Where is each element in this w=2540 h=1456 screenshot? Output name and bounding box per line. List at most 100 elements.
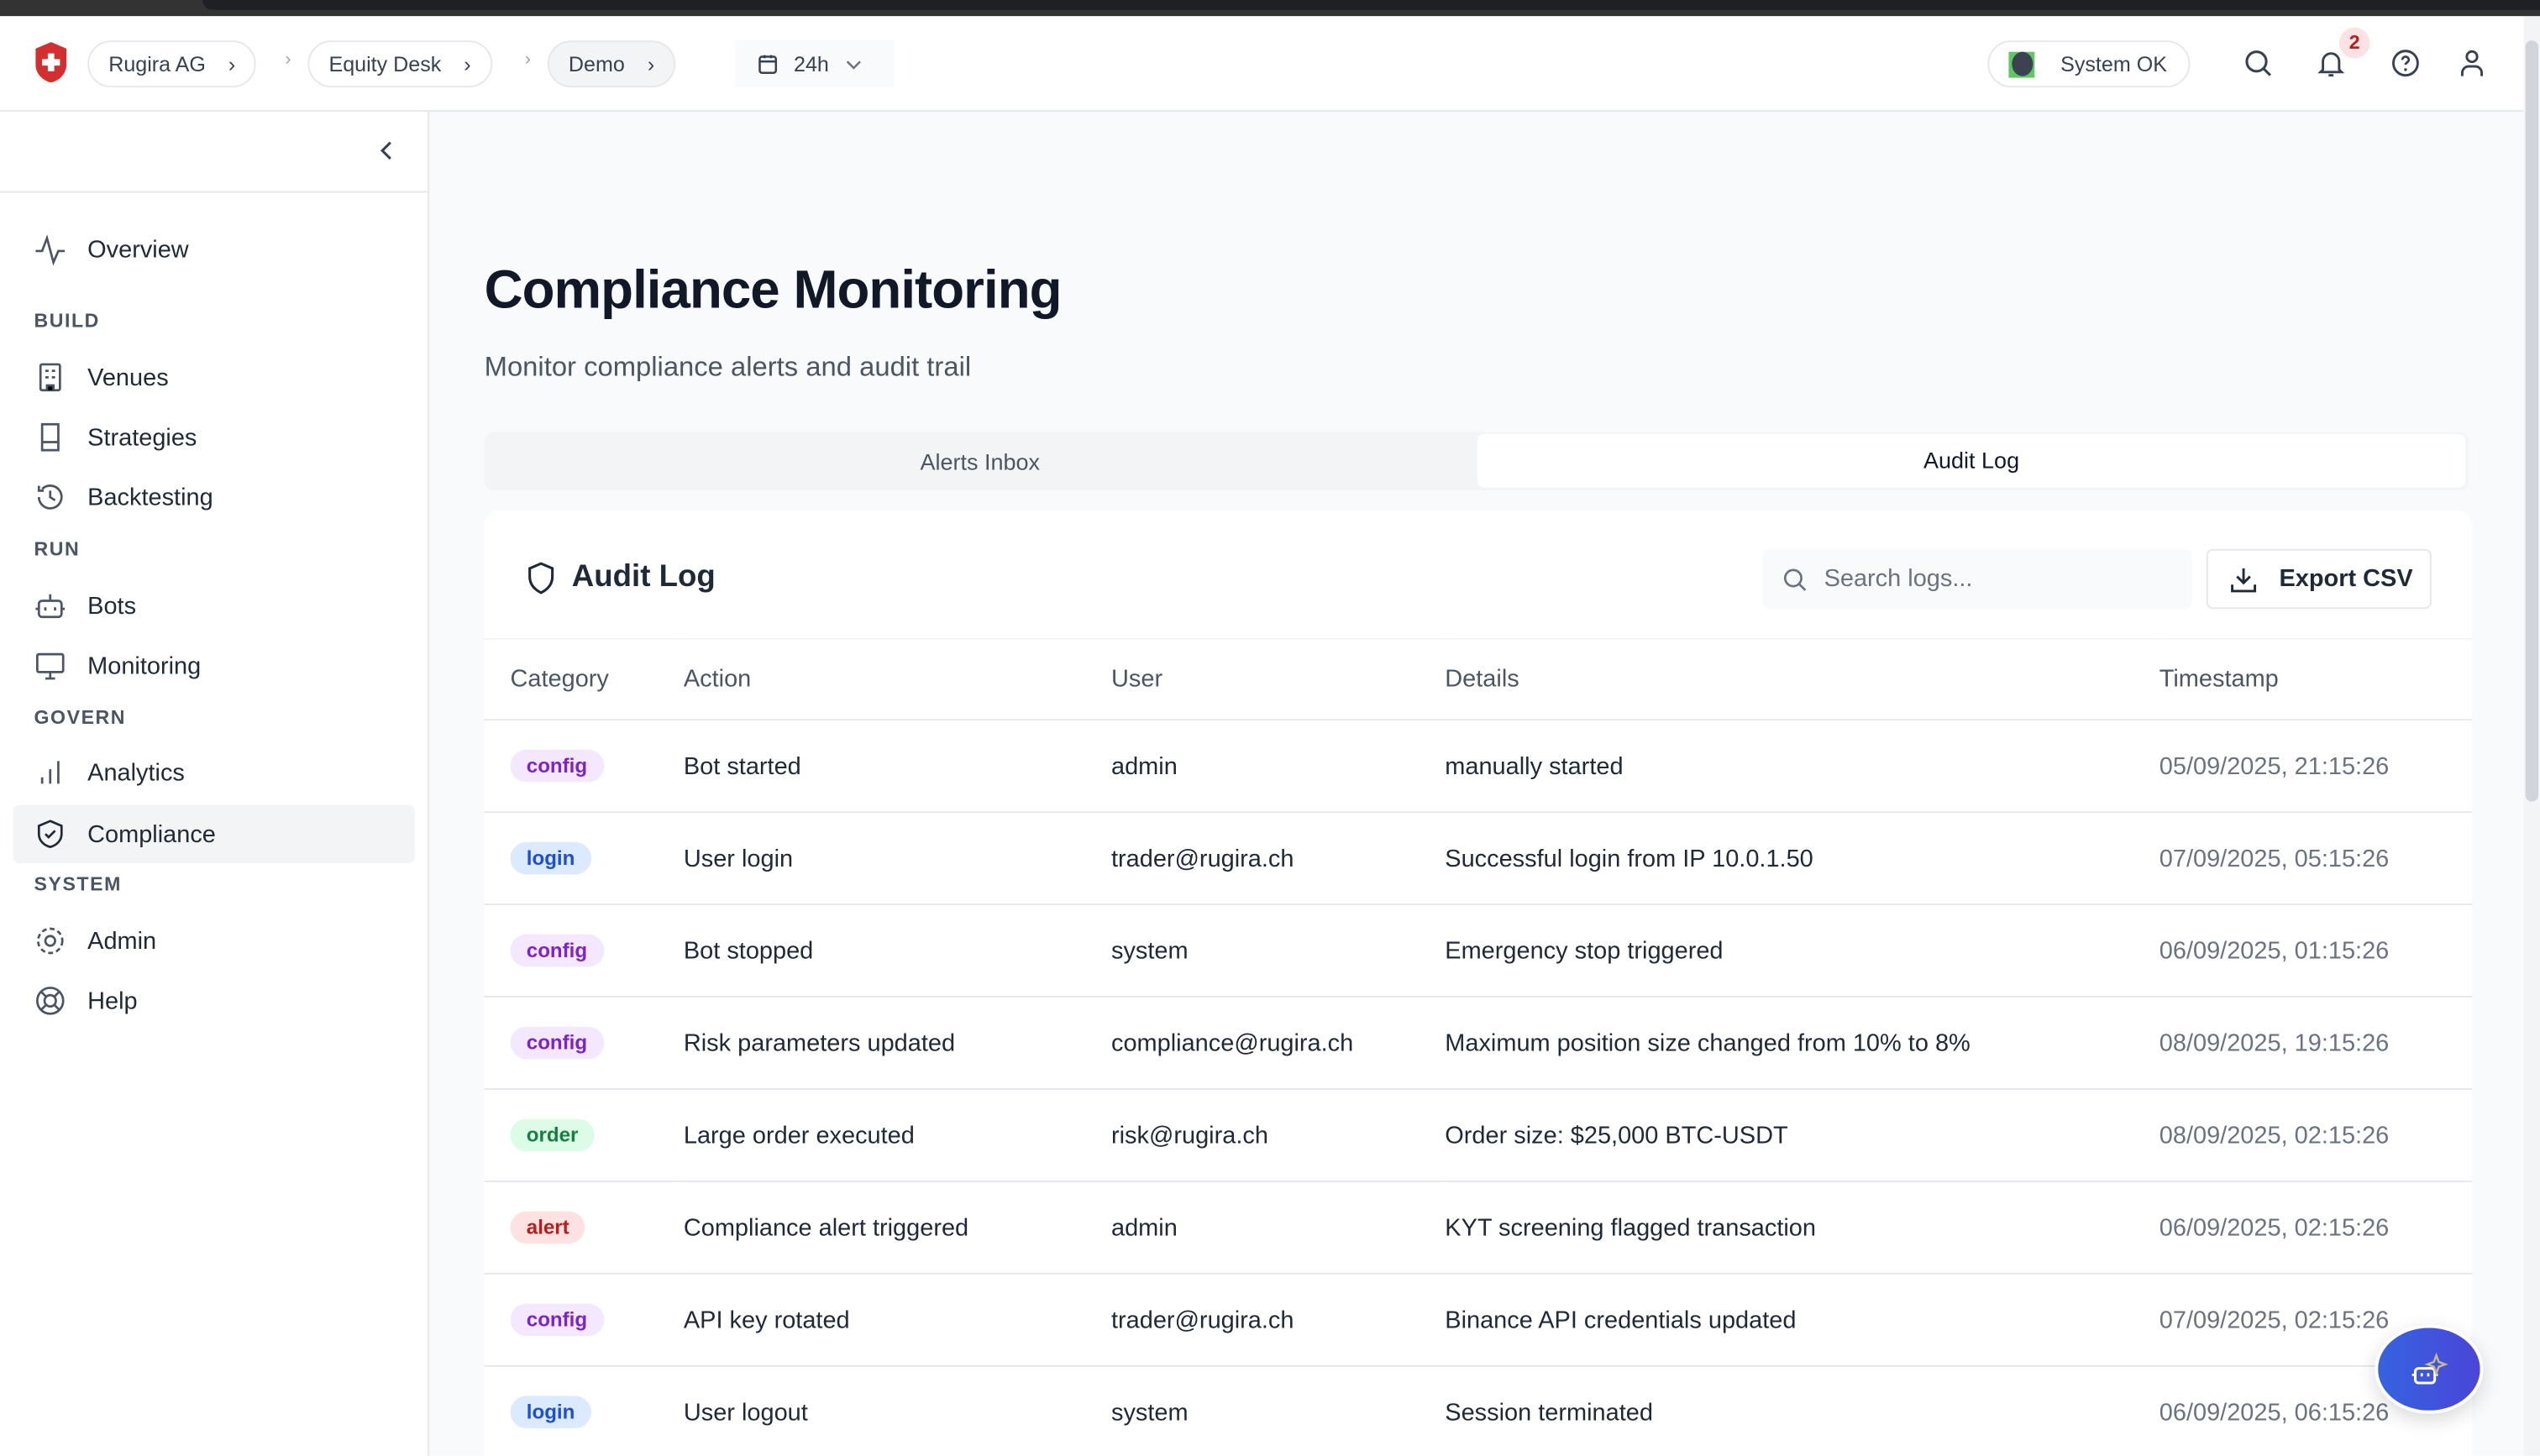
- sidebar-item-label: Analytics: [87, 758, 185, 787]
- cell-category: order: [484, 1088, 684, 1182]
- table-row[interactable]: config Risk parameters updated complianc…: [484, 997, 2472, 1090]
- sidebar-item-admin[interactable]: Admin: [13, 912, 414, 970]
- tab-alerts-inbox[interactable]: Alerts Inbox: [485, 432, 1476, 490]
- cell-timestamp: 08/09/2025, 02:15:26: [2159, 1088, 2472, 1182]
- category-badge: config: [510, 1303, 604, 1337]
- top-header: Rugira AG › › Equity Desk › › Demo › 24h Sy…: [0, 16, 2524, 113]
- cell-details: Session terminated: [1445, 1365, 2160, 1456]
- column-action[interactable]: Action: [683, 637, 1111, 721]
- cell-details: Emergency stop triggered: [1445, 904, 2160, 998]
- system-status-label: System OK: [2060, 51, 2167, 76]
- system-status[interactable]: System OK: [1987, 40, 2191, 88]
- cell-action: User logout: [683, 1365, 1111, 1456]
- collapse-sidebar-icon[interactable]: [374, 138, 400, 164]
- history-icon: [37, 484, 63, 510]
- table-row[interactable]: alert Compliance alert triggered admin K…: [484, 1181, 2472, 1275]
- breadcrumb-org[interactable]: Rugira AG ›: [87, 40, 257, 88]
- cell-user: trader@rugira.ch: [1110, 812, 1446, 906]
- cell-details: Order size: $25,000 BTC-USDT: [1445, 1088, 2160, 1182]
- sidebar-item-compliance[interactable]: Compliance: [13, 804, 415, 863]
- tabs: Alerts Inbox Audit Log: [484, 432, 2469, 491]
- ai-assistant-button[interactable]: [2375, 1324, 2484, 1414]
- section-run: RUN: [34, 537, 81, 561]
- export-label: Export CSV: [2279, 565, 2413, 593]
- cell-user: trader@rugira.ch: [1110, 1273, 1446, 1367]
- cell-details: Successful login from IP 10.0.1.50: [1445, 812, 2160, 906]
- sidebar-divider: [0, 191, 428, 193]
- help-icon[interactable]: [2391, 49, 2421, 78]
- sidebar-item-label: Monitoring: [87, 652, 202, 680]
- category-badge: login: [510, 1396, 591, 1428]
- category-badge: config: [510, 934, 604, 967]
- cell-timestamp: 06/09/2025, 02:15:26: [2159, 1181, 2472, 1275]
- category-badge: order: [510, 1118, 595, 1152]
- cell-user: admin: [1110, 1181, 1446, 1275]
- cell-user: system: [1110, 904, 1446, 998]
- download-icon: [2231, 567, 2257, 592]
- chevron-right-icon: ›: [647, 51, 655, 76]
- breadcrumb-env[interactable]: Demo ›: [547, 40, 676, 88]
- column-user[interactable]: User: [1110, 637, 1446, 721]
- cell-user: compliance@rugira.ch: [1110, 997, 1446, 1090]
- cell-category: login: [484, 1365, 684, 1456]
- cell-user: admin: [1110, 720, 1446, 814]
- brand-logo-icon[interactable]: [34, 42, 67, 83]
- sidebar-item-label: Admin: [87, 927, 157, 955]
- cell-details: manually started: [1445, 720, 2160, 814]
- bell-icon[interactable]: [2317, 49, 2346, 78]
- chevron-right-icon: ›: [228, 51, 236, 76]
- cell-user: risk@rugira.ch: [1110, 1088, 1446, 1182]
- column-timestamp[interactable]: Timestamp: [2159, 637, 2472, 721]
- strategy-icon: [40, 422, 60, 452]
- sidebar-item-strategies[interactable]: Strategies: [13, 408, 414, 466]
- table-row[interactable]: config Bot started admin manually starte…: [484, 720, 2472, 814]
- cell-category: login: [484, 812, 684, 906]
- sidebar-item-help[interactable]: Help: [13, 972, 414, 1029]
- cell-timestamp: 05/09/2025, 21:15:26: [2159, 720, 2472, 814]
- cell-action: Risk parameters updated: [683, 997, 1111, 1090]
- cell-action: Large order executed: [683, 1088, 1111, 1182]
- sidebar-item-label: Strategies: [87, 423, 197, 452]
- table-row[interactable]: order Large order executed risk@rugira.c…: [484, 1088, 2472, 1182]
- user-icon[interactable]: [2458, 49, 2487, 78]
- lifebuoy-icon: [36, 987, 65, 1015]
- table-row[interactable]: config API key rotated trader@rugira.ch …: [484, 1273, 2472, 1367]
- search-icon[interactable]: [2243, 49, 2273, 78]
- time-range-select[interactable]: 24h: [735, 40, 895, 88]
- cell-details: Maximum position size changed from 10% t…: [1445, 997, 2160, 1090]
- cell-action: API key rotated: [683, 1273, 1111, 1367]
- column-details[interactable]: Details: [1445, 637, 2160, 721]
- sidebar-item-monitoring[interactable]: Monitoring: [13, 636, 414, 694]
- sidebar-item-label: Bots: [87, 591, 137, 620]
- sidebar-item-bots[interactable]: Bots: [13, 577, 414, 635]
- table-row[interactable]: config Bot stopped system Emergency stop…: [484, 904, 2472, 998]
- breadcrumb-desk[interactable]: Equity Desk ›: [307, 40, 492, 88]
- table-row[interactable]: login User login trader@rugira.ch Succes…: [484, 812, 2472, 906]
- sidebar-item-overview[interactable]: Overview: [13, 220, 414, 278]
- time-range-value: 24h: [793, 51, 829, 76]
- sidebar-item-analytics[interactable]: Analytics: [13, 743, 414, 801]
- table-row[interactable]: login User logout system Session termina…: [484, 1365, 2472, 1456]
- audit-log-card: Audit Log Export CSV Category Action Use…: [484, 510, 2472, 1456]
- section-system: SYSTEM: [34, 872, 122, 896]
- sidebar-item-label: Backtesting: [87, 483, 213, 511]
- cell-details: Binance API credentials updated: [1445, 1273, 2160, 1367]
- cell-action: User login: [683, 812, 1111, 906]
- notification-badge: 2: [2338, 27, 2370, 59]
- sidebar-item-venues[interactable]: Venues: [13, 348, 414, 406]
- search-icon: [1783, 568, 1807, 590]
- gear-icon: [36, 927, 64, 955]
- tab-audit-log[interactable]: Audit Log: [1477, 433, 2466, 488]
- cell-action: Compliance alert triggered: [683, 1181, 1111, 1275]
- sidebar: Overview BUILD Venues Strategies Backtes…: [0, 112, 430, 1456]
- bot-sparkle-icon: [2411, 1351, 2448, 1384]
- search-logs-input[interactable]: [1824, 565, 2181, 593]
- card-title: Audit Log: [527, 560, 716, 595]
- sidebar-item-backtesting[interactable]: Backtesting: [13, 468, 414, 526]
- bot-icon: [35, 594, 66, 619]
- page-scrollbar[interactable]: [2523, 16, 2540, 1456]
- column-category[interactable]: Category: [484, 637, 684, 721]
- export-csv-button[interactable]: Export CSV: [2206, 548, 2432, 610]
- sidebar-item-label: Help: [87, 987, 138, 1015]
- bar-chart-icon: [40, 761, 60, 784]
